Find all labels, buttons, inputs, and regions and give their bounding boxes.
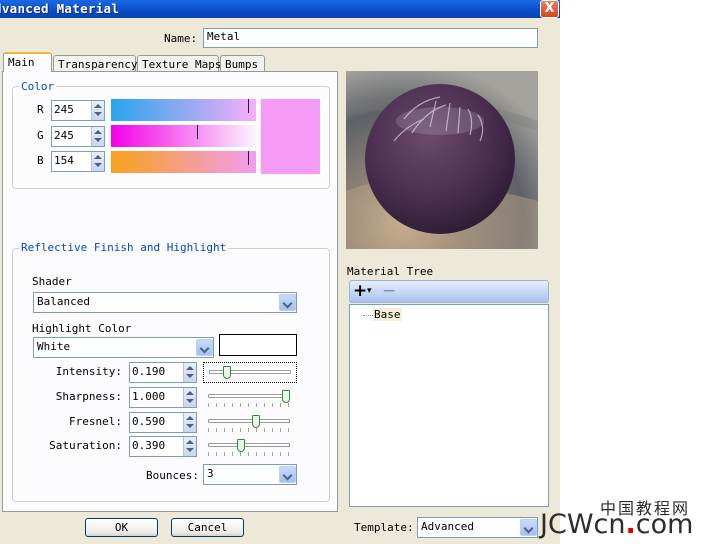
tab-main[interactable]: Main bbox=[3, 52, 52, 72]
add-icon[interactable]: + bbox=[353, 281, 367, 301]
ok-button-label: OK bbox=[114, 521, 129, 534]
saturation-slider[interactable] bbox=[203, 436, 297, 457]
sharpness-label: Sharpness: bbox=[55, 390, 122, 403]
sharpness-input[interactable]: 1.000 bbox=[129, 387, 197, 408]
channel-g-marker[interactable] bbox=[197, 125, 198, 139]
bounces-label: Bounces: bbox=[146, 469, 199, 482]
channel-g-spinner[interactable] bbox=[91, 127, 104, 146]
ok-button[interactable]: OK bbox=[85, 518, 158, 537]
channel-r-spinner[interactable] bbox=[91, 101, 104, 120]
tree-connector bbox=[363, 315, 373, 316]
saturation-slider-thumb[interactable] bbox=[237, 439, 245, 452]
saturation-input[interactable]: 0.390 bbox=[129, 436, 197, 457]
watermark-en-a: JCW bbox=[540, 509, 594, 540]
shader-select[interactable]: Balanced bbox=[33, 292, 297, 313]
color-group-title: Color bbox=[19, 80, 57, 93]
channel-r-label: R bbox=[37, 103, 44, 116]
intensity-slider[interactable] bbox=[203, 362, 297, 383]
close-button[interactable]: X bbox=[540, 0, 559, 18]
intensity-label: Intensity: bbox=[55, 365, 122, 378]
material-tree-toolbar: + ▾ − bbox=[349, 280, 549, 303]
channel-r-input[interactable]: 245 bbox=[51, 100, 105, 121]
fresnel-slider[interactable] bbox=[203, 412, 297, 433]
close-icon: X bbox=[544, 1, 555, 16]
tab-texture-maps-label: Texture Maps bbox=[142, 58, 222, 71]
tab-transparency-label: Transparency bbox=[58, 58, 138, 71]
highlight-color-select-value: White bbox=[37, 340, 71, 353]
channel-g-label: G bbox=[37, 129, 44, 142]
template-label: Template: bbox=[354, 521, 414, 534]
tree-item-base[interactable]: Base bbox=[373, 308, 402, 321]
channel-g-input[interactable]: 245 bbox=[51, 126, 105, 147]
material-tree-label: Material Tree bbox=[347, 265, 434, 278]
sharpness-slider[interactable] bbox=[203, 387, 297, 408]
material-tree: Base bbox=[349, 304, 549, 507]
name-input[interactable]: Metal bbox=[203, 28, 538, 48]
chevron-down-icon[interactable] bbox=[279, 294, 296, 311]
highlight-color-select[interactable]: White bbox=[33, 337, 214, 358]
remove-icon[interactable]: − bbox=[382, 281, 396, 301]
window-title: dvanced Material bbox=[0, 1, 120, 16]
add-dropdown-icon[interactable]: ▾ bbox=[367, 284, 372, 298]
watermark-en-b: cn bbox=[593, 509, 626, 540]
highlight-color-label: Highlight Color bbox=[32, 322, 132, 335]
channel-r-value: 245 bbox=[54, 103, 74, 116]
tab-bumps-label: Bumps bbox=[225, 58, 259, 71]
fresnel-label: Fresnel: bbox=[69, 415, 122, 428]
watermark-logo: JCWcn.com bbox=[540, 510, 693, 540]
fresnel-slider-thumb[interactable] bbox=[252, 415, 260, 428]
name-label: Name: bbox=[164, 32, 198, 45]
fresnel-input[interactable]: 0.590 bbox=[129, 412, 197, 433]
shader-label: Shader bbox=[32, 275, 72, 288]
title-bar[interactable]: dvanced Material bbox=[0, 0, 560, 18]
template-select-value: Advanced bbox=[421, 520, 474, 533]
chevron-down-icon[interactable] bbox=[520, 519, 537, 536]
channel-r-gradient-bar[interactable] bbox=[111, 99, 256, 121]
intensity-input[interactable]: 0.190 bbox=[129, 362, 197, 383]
advanced-material-dialog: dvanced Material Name: Metal Main Transp… bbox=[0, 0, 560, 544]
channel-b-gradient-bar[interactable] bbox=[111, 151, 256, 173]
cancel-button[interactable]: Cancel bbox=[171, 518, 244, 537]
channel-r-marker[interactable] bbox=[248, 99, 249, 113]
channel-b-marker[interactable] bbox=[248, 151, 249, 165]
intensity-slider-thumb[interactable] bbox=[223, 366, 231, 379]
highlight-color-swatch[interactable] bbox=[219, 334, 297, 356]
saturation-label: Saturation: bbox=[49, 439, 122, 452]
reflective-group-title: Reflective Finish and Highlight bbox=[19, 241, 229, 254]
cancel-button-label: Cancel bbox=[187, 521, 228, 534]
channel-g-value: 245 bbox=[54, 129, 74, 142]
channel-b-spinner[interactable] bbox=[91, 152, 104, 171]
material-preview-render bbox=[346, 71, 538, 249]
main-tab-panel: Color R 245 G 245 B 154 Reflective Finis… bbox=[2, 71, 338, 512]
bounces-select[interactable]: 3 bbox=[203, 464, 297, 485]
channel-b-label: B bbox=[37, 154, 44, 167]
chevron-down-icon[interactable] bbox=[196, 339, 213, 356]
name-input-value: Metal bbox=[207, 30, 241, 43]
fresnel-value: 0.590 bbox=[132, 415, 166, 428]
template-select[interactable]: Advanced bbox=[417, 517, 538, 538]
tab-main-label: Main bbox=[8, 56, 35, 69]
saturation-value: 0.390 bbox=[132, 439, 166, 452]
color-swatch[interactable] bbox=[261, 99, 320, 174]
chevron-down-icon[interactable] bbox=[279, 466, 296, 483]
channel-b-input[interactable]: 154 bbox=[51, 151, 105, 172]
watermark-dot: . bbox=[625, 509, 636, 540]
channel-b-value: 154 bbox=[54, 154, 74, 167]
watermark-en-c: com bbox=[635, 509, 694, 540]
sharpness-value: 1.000 bbox=[132, 390, 166, 403]
sharpness-spinner[interactable] bbox=[183, 388, 196, 407]
fresnel-spinner[interactable] bbox=[183, 413, 196, 432]
sharpness-slider-thumb[interactable] bbox=[282, 390, 290, 403]
intensity-spinner[interactable] bbox=[183, 363, 196, 382]
saturation-spinner[interactable] bbox=[183, 437, 196, 456]
material-preview bbox=[346, 71, 538, 249]
intensity-value: 0.190 bbox=[132, 365, 166, 378]
bounces-select-value: 3 bbox=[207, 467, 214, 480]
channel-g-gradient-bar[interactable] bbox=[111, 125, 256, 147]
shader-select-value: Balanced bbox=[37, 295, 90, 308]
